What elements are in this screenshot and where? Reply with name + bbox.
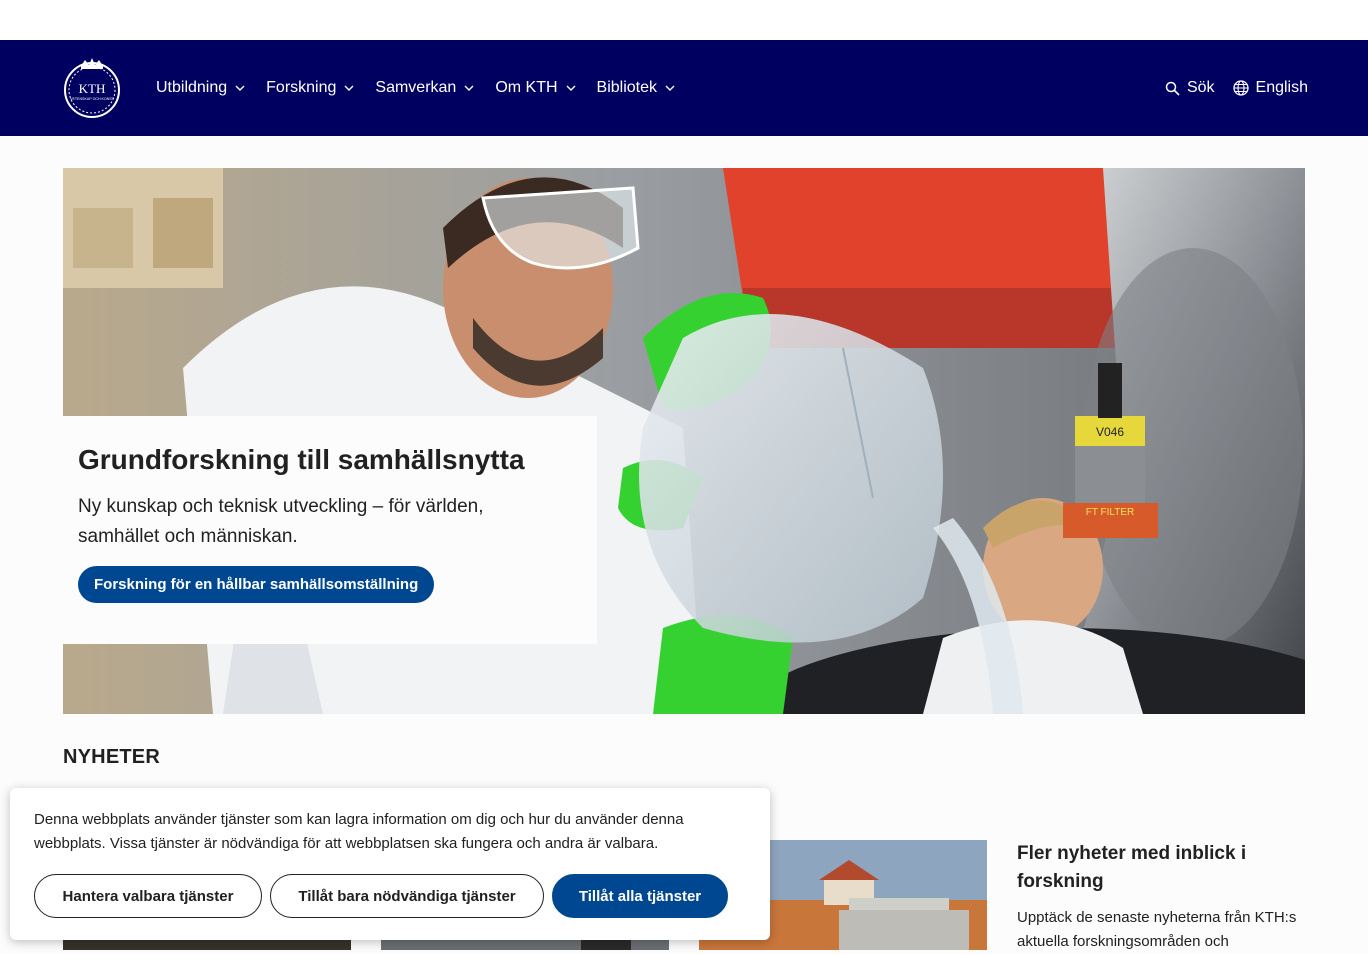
main-navigation: KTH VETENSKAP OCH KONST Utbildning Forsk… — [0, 40, 1368, 136]
search-label: Sök — [1186, 79, 1215, 96]
menu-item-om-kth[interactable]: Om KTH — [495, 79, 576, 97]
hero-card: Grundforskning till samhällsnytta Ny kun… — [63, 416, 597, 644]
language-button[interactable]: English — [1232, 79, 1308, 97]
chevron-down-icon — [464, 85, 474, 91]
menu-item-label: Samverkan — [375, 79, 457, 96]
kth-logo[interactable]: KTH VETENSKAP OCH KONST — [63, 56, 121, 120]
menu-item-utbildning[interactable]: Utbildning — [156, 79, 245, 97]
logo-subtext: VETENSKAP OCH KONST — [70, 97, 115, 101]
more-news-block: Fler nyheter med inblick i forskning Upp… — [1017, 840, 1317, 954]
chevron-down-icon — [566, 85, 576, 91]
manage-services-button[interactable]: Hantera valbara tjänster — [34, 874, 262, 918]
logo-text: KTH — [79, 81, 106, 96]
chevron-down-icon — [235, 85, 245, 91]
filter-label: FT FILTER — [1086, 507, 1135, 518]
menu-item-label: Utbildning — [156, 79, 228, 96]
globe-icon — [1232, 80, 1249, 96]
language-label: English — [1255, 79, 1308, 96]
main-menu: Utbildning Forskning Samverkan Om KTH Bi… — [156, 40, 696, 136]
menu-item-bibliotek[interactable]: Bibliotek — [597, 79, 675, 97]
more-news-text: Upptäck de senaste nyheterna från KTH:s … — [1017, 909, 1297, 950]
hero-title: Grundforskning till samhällsnytta — [78, 444, 525, 475]
sustainable-research-button[interactable]: Forskning för en hållbar samhällsomställ… — [78, 566, 435, 603]
header-tools: Sök English — [1147, 40, 1308, 136]
menu-item-label: Bibliotek — [596, 79, 658, 96]
menu-item-label: Om KTH — [495, 79, 558, 96]
more-news-title[interactable]: Fler nyheter med inblick i forskning — [1017, 840, 1317, 896]
chevron-down-icon — [344, 85, 354, 91]
search-icon — [1165, 81, 1180, 96]
chevron-down-icon — [665, 85, 675, 91]
menu-item-samverkan[interactable]: Samverkan — [375, 79, 474, 97]
menu-item-forskning[interactable]: Forskning — [266, 79, 354, 97]
device-label: V046 — [1096, 425, 1124, 439]
accept-all-button[interactable]: Tillåt alla tjänster — [552, 874, 728, 918]
necessary-only-button[interactable]: Tillåt bara nödvändiga tjänster — [270, 874, 544, 918]
cookie-text: Denna webbplats använder tjänster som ka… — [34, 811, 684, 852]
hero-text: Ny kunskap och teknisk utveckling – för … — [78, 496, 484, 547]
menu-item-label: Forskning — [266, 79, 337, 96]
news-heading: NYHETER — [63, 746, 160, 768]
top-strip — [0, 0, 1368, 40]
cookie-banner: Denna webbplats använder tjänster som ka… — [10, 788, 770, 940]
search-button[interactable]: Sök — [1165, 79, 1215, 97]
cookie-buttons: Hantera valbara tjänster Tillåt bara nöd… — [34, 874, 746, 918]
